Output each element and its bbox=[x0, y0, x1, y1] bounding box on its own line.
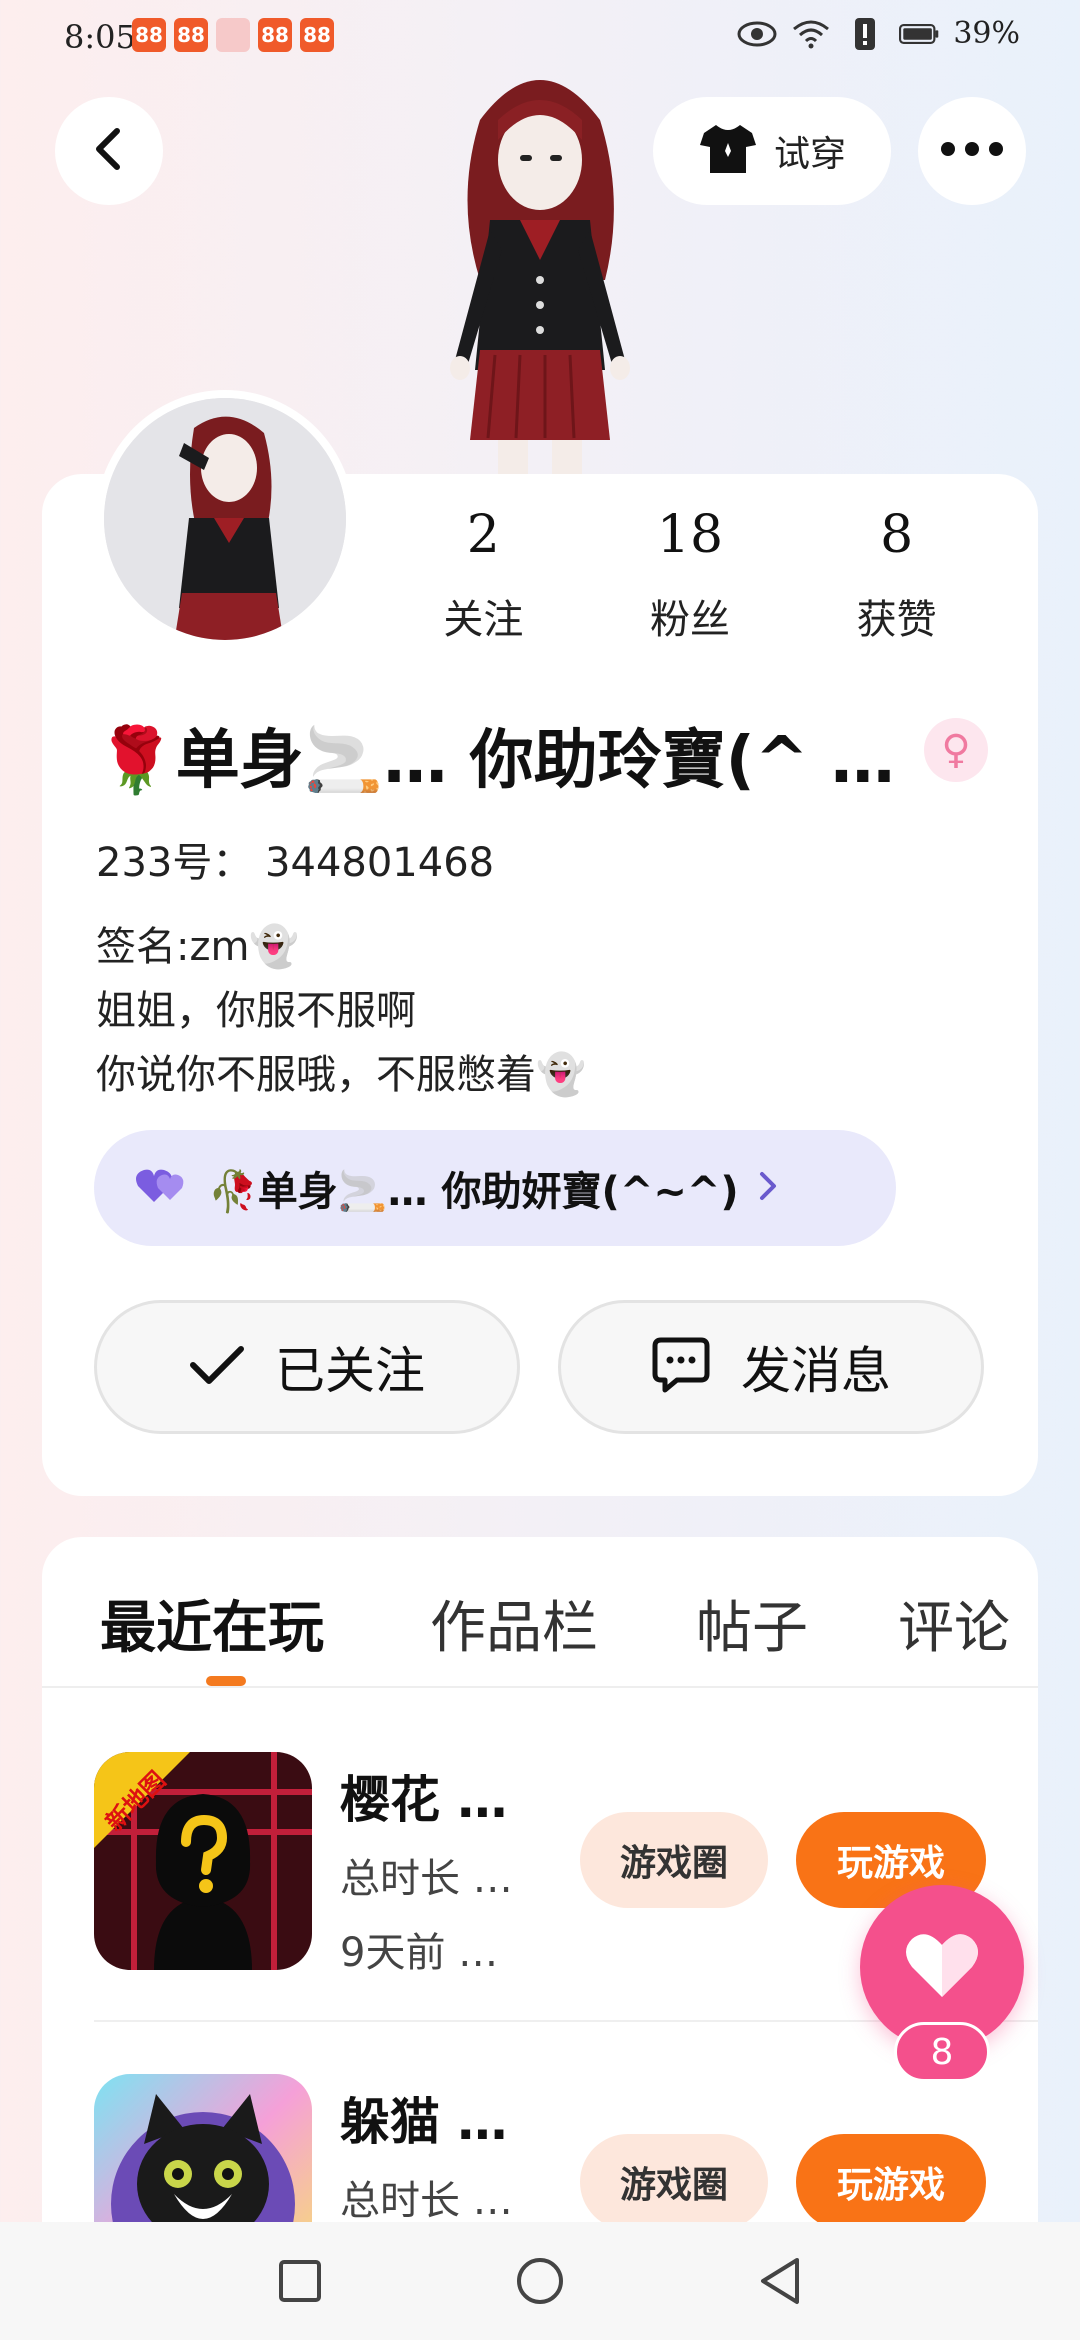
gender-female-icon: ♀ bbox=[924, 718, 988, 782]
system-nav-bar bbox=[0, 2222, 1080, 2340]
more-horizontal-icon bbox=[940, 141, 1004, 161]
app-notification-icon: 88 bbox=[300, 18, 334, 52]
game-title: 躲猫 … bbox=[340, 2093, 508, 2151]
game-total-time: 总时长 … bbox=[340, 1856, 513, 1902]
followed-label: 已关注 bbox=[275, 1342, 425, 1400]
tab-posts[interactable]: 帖子 bbox=[696, 1583, 808, 1664]
home-button[interactable] bbox=[510, 2251, 570, 2311]
profile-stats: 2 关注 18 粉丝 8 获赞 bbox=[380, 505, 1000, 645]
user-id[interactable]: 233号： 344801468 bbox=[96, 830, 494, 888]
group-link[interactable]: 🥀单身🚬… 你助妍寶(^~^) bbox=[94, 1130, 896, 1246]
game-circle-button[interactable]: 游戏圈 bbox=[580, 1812, 768, 1908]
game-circle-button[interactable]: 游戏圈 bbox=[580, 2134, 768, 2230]
send-message-button[interactable]: 发消息 bbox=[558, 1300, 984, 1434]
bio-line: 你说你不服哦，不服憋着👻 bbox=[96, 1052, 586, 1098]
chevron-left-icon bbox=[89, 125, 129, 177]
app-notification-icon: 88 bbox=[258, 18, 292, 52]
tab-recently-played[interactable]: 最近在玩 bbox=[100, 1583, 324, 1664]
try-on-label: 试穿 bbox=[773, 134, 846, 175]
stat-label: 粉丝 bbox=[650, 597, 730, 643]
game-list-item[interactable]: 新地图 樱花 … 总时长 … 9天前 … 游戏圈 玩游戏 bbox=[94, 1752, 994, 1982]
chat-bubble-icon bbox=[651, 1336, 711, 1398]
chevron-right-icon bbox=[757, 1170, 779, 1206]
hero-avatar-character[interactable] bbox=[410, 60, 670, 480]
bio-line: 姐姐，你服不服啊 bbox=[96, 988, 416, 1034]
game-last-played: 9天前 … bbox=[340, 1930, 499, 1976]
notification-icons: 88 88 88 88 bbox=[132, 18, 334, 52]
back-button[interactable] bbox=[55, 97, 163, 205]
checkmark-icon bbox=[189, 1343, 245, 1391]
stat-label: 获赞 bbox=[856, 597, 937, 643]
battery-percentage: 39% bbox=[953, 16, 1020, 51]
username-row: 🌹单身🚬… 你助玲寶(^ … bbox=[96, 710, 996, 800]
app-notification-icon: 88 bbox=[132, 18, 166, 52]
stat-value: 8 bbox=[880, 505, 914, 565]
stat-label: 关注 bbox=[443, 597, 524, 643]
play-game-button[interactable]: 玩游戏 bbox=[796, 2134, 986, 2230]
recent-apps-button[interactable] bbox=[270, 2251, 330, 2311]
stat-value: 18 bbox=[656, 505, 724, 565]
stat-following[interactable]: 2 关注 bbox=[380, 505, 587, 645]
followed-button[interactable]: 已关注 bbox=[94, 1300, 520, 1434]
active-tab-indicator bbox=[206, 1676, 246, 1686]
back-nav-button[interactable] bbox=[750, 2251, 810, 2311]
app-notification-icon bbox=[216, 18, 250, 52]
stat-value: 2 bbox=[466, 505, 500, 565]
stat-likes[interactable]: 8 获赞 bbox=[793, 505, 1000, 645]
avatar-image bbox=[104, 398, 346, 640]
stat-followers[interactable]: 18 粉丝 bbox=[587, 505, 794, 645]
hearts-icon bbox=[134, 1166, 190, 1210]
status-right: 39% bbox=[737, 16, 1020, 51]
username: 🌹单身🚬… 你助玲寶(^ … bbox=[96, 724, 895, 798]
try-on-button[interactable]: 试穿 bbox=[653, 97, 891, 205]
app-notification-icon: 88 bbox=[174, 18, 208, 52]
status-time: 8:05 bbox=[64, 18, 136, 56]
heart-icon bbox=[904, 1931, 980, 2003]
tab-comments[interactable]: 评论 bbox=[898, 1583, 1010, 1664]
like-count-badge: 8 bbox=[894, 2022, 990, 2082]
game-icon[interactable]: 新地图 bbox=[94, 1752, 312, 1970]
alert-icon bbox=[845, 17, 885, 51]
more-options-button[interactable] bbox=[918, 97, 1026, 205]
send-message-label: 发消息 bbox=[741, 1342, 891, 1400]
profile-avatar[interactable] bbox=[96, 390, 354, 648]
bio-line: 签名:zm👻 bbox=[96, 924, 300, 970]
game-total-time: 总时长 … bbox=[340, 2178, 513, 2224]
eye-icon bbox=[737, 17, 777, 51]
wifi-icon bbox=[791, 17, 831, 51]
tabs-divider bbox=[42, 1686, 1038, 1688]
game-title: 樱花 … bbox=[340, 1771, 508, 1829]
profile-tabs: 最近在玩 作品栏 帖子 评论 bbox=[0, 1537, 1080, 1687]
battery-icon bbox=[899, 17, 939, 51]
group-name: 🥀单身🚬… 你助妍寶(^~^) bbox=[208, 1169, 739, 1215]
tshirt-icon bbox=[698, 123, 758, 179]
user-bio: 签名:zm👻 姐姐，你服不服啊 你说你不服哦，不服憋着👻 bbox=[96, 915, 586, 1107]
tab-works[interactable]: 作品栏 bbox=[430, 1583, 598, 1664]
